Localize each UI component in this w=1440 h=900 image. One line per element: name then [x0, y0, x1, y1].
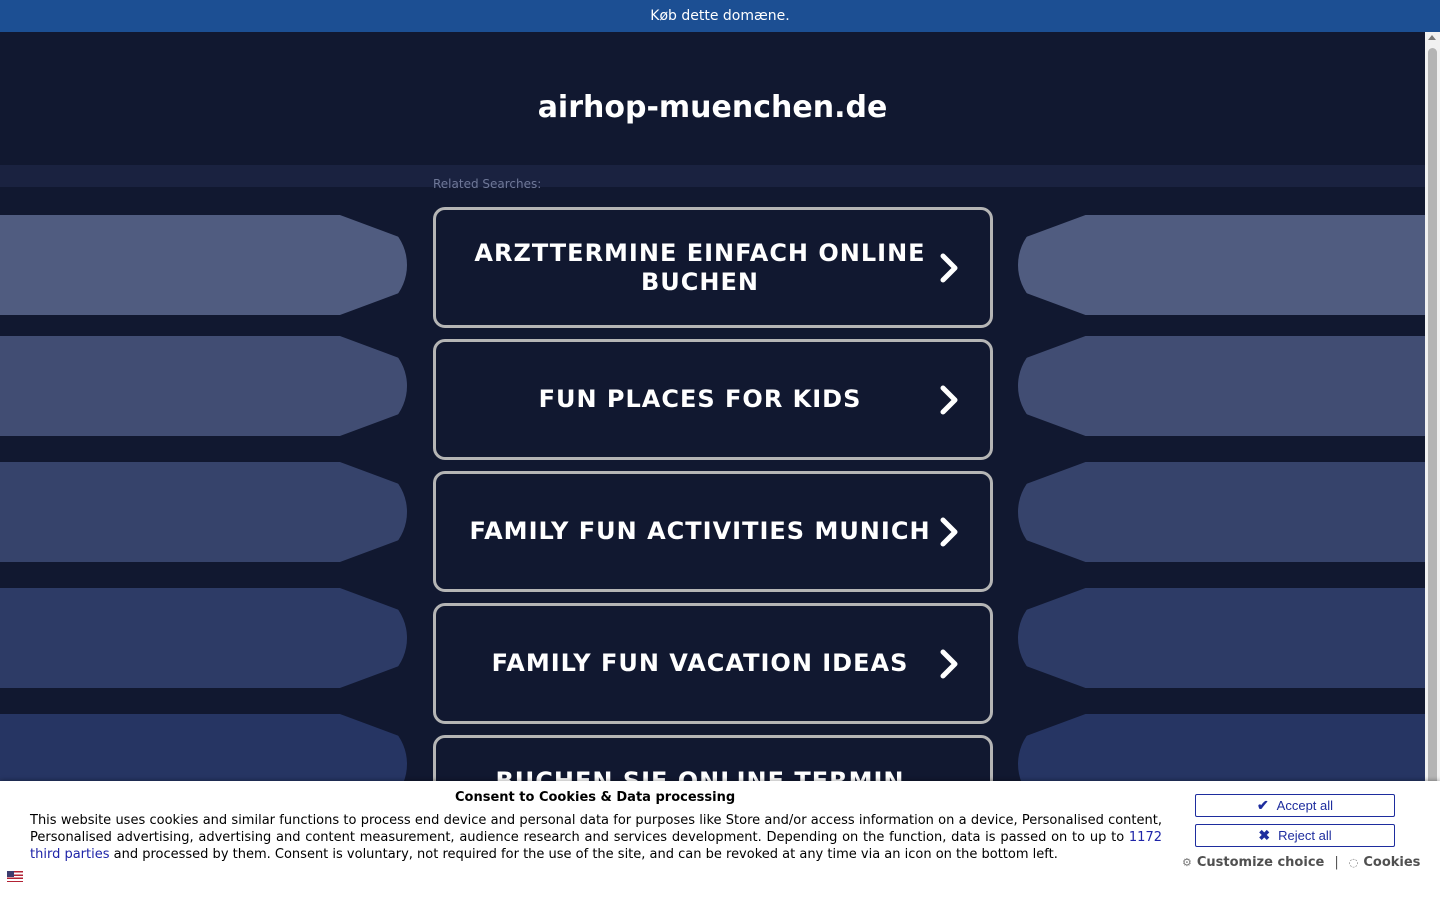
related-search-link[interactable]: FAMILY FUN VACATION IDEAS: [433, 603, 993, 724]
buy-domain-label: Køb dette domæne.: [650, 8, 790, 24]
related-search-label: FAMILY FUN VACATION IDEAS: [491, 649, 909, 677]
decor-shape: [1018, 215, 1425, 315]
decor-shape: [0, 588, 407, 688]
domain-title: airhop-muenchen.de: [537, 90, 888, 125]
cookie-icon: ◌: [1348, 856, 1359, 869]
consent-text: This website uses cookies and similar fu…: [30, 812, 1162, 863]
chevron-right-icon: [940, 649, 958, 678]
parked-page: airhop-muenchen.de Related Searches: ARZ…: [0, 32, 1425, 900]
buy-domain-banner[interactable]: Køb dette domæne.: [0, 0, 1440, 32]
cookies-label: Cookies: [1363, 855, 1421, 870]
decor-shape: [0, 215, 407, 315]
customize-choice-link[interactable]: ⚙ Customize choice: [1182, 855, 1324, 870]
decor-shape: [0, 336, 407, 436]
consent-title: Consent to Cookies & Data processing: [455, 790, 736, 805]
checkmark-icon: ✔: [1256, 797, 1269, 813]
scrollbar-thumb[interactable]: [1428, 48, 1437, 808]
vertical-scrollbar[interactable]: [1425, 32, 1440, 900]
related-search-label: FAMILY FUN ACTIVITIES MUNICH: [469, 517, 931, 545]
cookie-consent-banner: Consent to Cookies & Data processing Thi…: [0, 781, 1440, 900]
consent-text-before: This website uses cookies and similar fu…: [30, 813, 1162, 845]
reject-all-label: Reject all: [1278, 828, 1332, 843]
chevron-right-icon: [940, 385, 958, 414]
related-search-label: ARZTTERMINE EINFACH ONLINE BUCHEN: [474, 238, 926, 296]
related-searches-list: ARZTTERMINE EINFACH ONLINE BUCHEN FUN PL…: [433, 207, 993, 867]
related-search-link[interactable]: FAMILY FUN ACTIVITIES MUNICH: [433, 471, 993, 592]
scroll-up-arrow-icon[interactable]: [1428, 35, 1436, 40]
cookies-link[interactable]: ◌ Cookies: [1349, 855, 1421, 870]
accept-all-label: Accept all: [1276, 798, 1334, 813]
related-search-link[interactable]: ARZTTERMINE EINFACH ONLINE BUCHEN: [433, 207, 993, 328]
us-flag-icon[interactable]: [7, 871, 23, 882]
chevron-right-icon: [940, 253, 958, 282]
close-icon: ✖: [1258, 827, 1271, 843]
link-separator: |: [1334, 855, 1339, 870]
related-search-label: FUN PLACES FOR KIDS: [538, 385, 862, 413]
consent-links: ⚙ Customize choice | ◌ Cookies: [1182, 855, 1420, 870]
decor-shape: [1018, 462, 1425, 562]
gear-icon: ⚙: [1182, 856, 1192, 869]
related-searches-label: Related Searches:: [433, 177, 542, 191]
decor-shape: [1018, 336, 1425, 436]
related-search-link[interactable]: FUN PLACES FOR KIDS: [433, 339, 993, 460]
background-band: [0, 165, 1425, 187]
decor-shape: [1018, 588, 1425, 688]
accept-all-button[interactable]: ✔ Accept all: [1195, 794, 1395, 817]
reject-all-button[interactable]: ✖ Reject all: [1195, 824, 1395, 847]
decor-shape: [0, 462, 407, 562]
customize-choice-label: Customize choice: [1196, 855, 1325, 870]
chevron-right-icon: [940, 517, 958, 546]
consent-text-after: and processed by them. Consent is volunt…: [109, 847, 1058, 862]
